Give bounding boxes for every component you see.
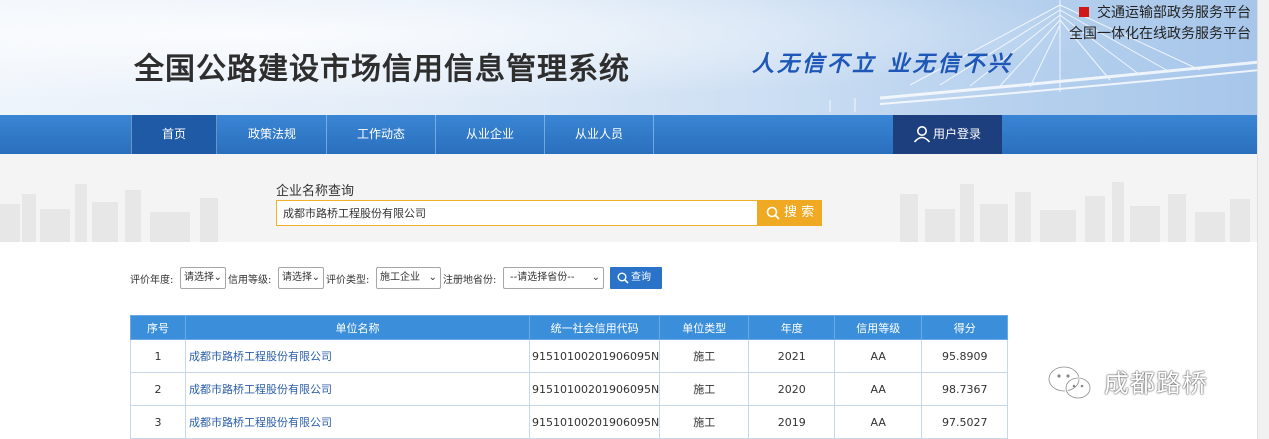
- nav-item-personnel[interactable]: 从业人员: [545, 115, 654, 154]
- chevron-down-icon: ⌄: [591, 272, 600, 283]
- nav-item-news[interactable]: 工作动态: [327, 115, 436, 154]
- header-banner: 全国公路建设市场信用信息管理系统 人无信不立 业无信不兴 交通运输部政务服务平台…: [0, 0, 1257, 115]
- type-label: 评价类型:: [326, 275, 370, 286]
- col-header-unit-type: 单位类型: [659, 315, 750, 340]
- type-select[interactable]: 施工企业 ⌄: [376, 267, 441, 289]
- row-grade: AA: [834, 405, 923, 439]
- col-header-credit-code: 统一社会信用代码: [528, 315, 661, 340]
- user-login-button[interactable]: 用户登录: [893, 115, 1002, 154]
- table-row: 1 成都市路桥工程股份有限公司 91510100201906095N 施工 20…: [130, 339, 1009, 373]
- province-label: 注册地省份:: [443, 275, 497, 286]
- col-header-index: 序号: [130, 315, 186, 340]
- province-select[interactable]: --请选择省份-- ⌄: [503, 267, 604, 289]
- slogan: 人无信不立 业无信不兴: [752, 51, 1013, 77]
- search-button-label: 搜 索: [784, 205, 815, 220]
- row-year: 2021: [748, 339, 836, 373]
- site-title: 全国公路建设市场信用信息管理系统: [134, 52, 630, 87]
- nav-item-home[interactable]: 首页: [131, 115, 217, 154]
- red-square-icon: [1079, 7, 1089, 17]
- top-links: 交通运输部政务服务平台 全国一体化在线政务服务平台: [1069, 3, 1251, 45]
- col-header-year: 年度: [748, 315, 836, 340]
- company-search-input[interactable]: [276, 200, 758, 226]
- row-score: 95.8909: [921, 339, 1009, 373]
- chevron-down-icon: ⌄: [428, 272, 437, 283]
- row-credit-code: 91510100201906095N: [528, 339, 661, 373]
- row-company-link[interactable]: 成都市路桥工程股份有限公司: [185, 405, 530, 439]
- col-header-grade: 信用等级: [834, 315, 923, 340]
- grade-label: 信用等级:: [228, 275, 272, 286]
- table-row: 3 成都市路桥工程股份有限公司 91510100201906095N 施工 20…: [130, 405, 1009, 439]
- search-label: 企业名称查询: [276, 184, 355, 199]
- row-score: 97.5027: [921, 405, 1009, 439]
- vertical-scrollbar[interactable]: [1257, 0, 1269, 439]
- row-index: 3: [130, 405, 186, 439]
- row-grade: AA: [834, 372, 923, 406]
- user-login-label: 用户登录: [933, 127, 982, 141]
- row-company-link[interactable]: 成都市路桥工程股份有限公司: [185, 339, 530, 373]
- query-button-label: 查询: [631, 272, 651, 283]
- grade-select[interactable]: 请选择 ⌄: [278, 267, 324, 289]
- city-skyline-decoration: [0, 182, 1250, 242]
- row-unit-type: 施工: [659, 405, 750, 439]
- search-button[interactable]: 搜 索: [757, 200, 822, 226]
- table-header-row: 序号 单位名称 统一社会信用代码 单位类型 年度 信用等级 得分: [130, 315, 1009, 340]
- row-company-link[interactable]: 成都市路桥工程股份有限公司: [185, 372, 530, 406]
- year-select[interactable]: 请选择 ⌄: [180, 267, 226, 289]
- row-unit-type: 施工: [659, 372, 750, 406]
- row-year: 2020: [748, 372, 836, 406]
- col-header-name: 单位名称: [185, 315, 530, 340]
- nav-item-enterprises[interactable]: 从业企业: [436, 115, 545, 154]
- search-icon: [617, 272, 629, 284]
- col-header-score: 得分: [921, 315, 1009, 340]
- chevron-down-icon: ⌄: [213, 272, 222, 283]
- search-icon: [766, 206, 780, 220]
- search-section: 企业名称查询 搜 索: [0, 154, 1257, 242]
- row-grade: AA: [834, 339, 923, 373]
- table-row: 2 成都市路桥工程股份有限公司 91510100201906095N 施工 20…: [130, 372, 1009, 406]
- year-label: 评价年度:: [130, 275, 174, 286]
- row-year: 2019: [748, 405, 836, 439]
- main-nav: 首页 政策法规 工作动态 从业企业 从业人员 用户登录: [0, 115, 1257, 154]
- row-score: 98.7367: [921, 372, 1009, 406]
- watermark-text: 成都路桥: [1104, 369, 1209, 398]
- row-index: 2: [130, 372, 186, 406]
- results-table: 序号 单位名称 统一社会信用代码 单位类型 年度 信用等级 得分 1 成都市路桥…: [130, 315, 1009, 439]
- top-link-mot[interactable]: 交通运输部政务服务平台: [1097, 5, 1251, 21]
- chevron-down-icon: ⌄: [311, 272, 320, 283]
- row-credit-code: 91510100201906095N: [528, 405, 661, 439]
- user-icon: [913, 126, 931, 143]
- row-unit-type: 施工: [659, 339, 750, 373]
- row-index: 1: [130, 339, 186, 373]
- query-button[interactable]: 查询: [610, 267, 662, 289]
- wechat-icon: [1047, 365, 1092, 400]
- top-link-national[interactable]: 全国一体化在线政务服务平台: [1069, 26, 1251, 42]
- row-credit-code: 91510100201906095N: [528, 372, 661, 406]
- nav-item-policy[interactable]: 政策法规: [218, 115, 327, 154]
